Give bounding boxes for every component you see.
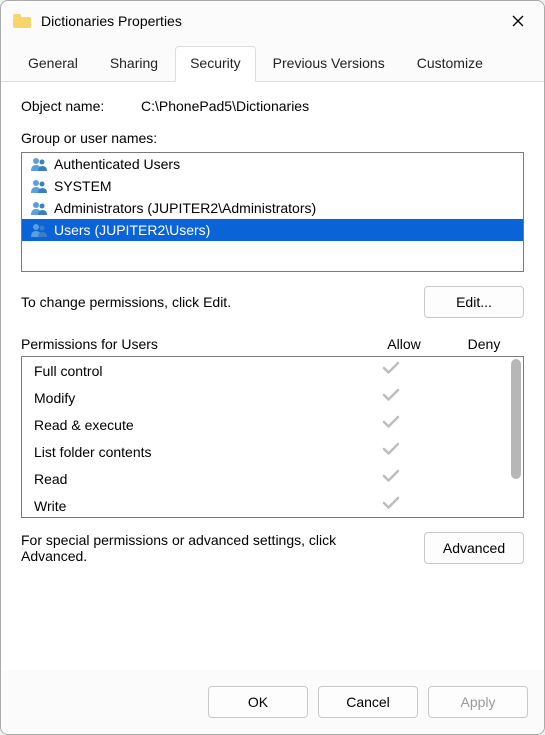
- group-item-label: SYSTEM: [54, 178, 112, 194]
- close-button[interactable]: [504, 7, 532, 35]
- group-item[interactable]: Users (JUPITER2\Users): [22, 219, 523, 241]
- object-name-row: Object name: C:\PhonePad5\Dictionaries: [21, 98, 524, 114]
- users-icon: [30, 179, 48, 193]
- users-icon: [30, 157, 48, 171]
- object-name-label: Object name:: [21, 98, 141, 114]
- group-item-label: Users (JUPITER2\Users): [54, 222, 210, 238]
- edit-row: To change permissions, click Edit. Edit.…: [21, 286, 524, 318]
- permission-name: Write: [34, 498, 351, 514]
- group-item[interactable]: Administrators (JUPITER2\Administrators): [22, 197, 523, 219]
- tab-customize[interactable]: Customize: [402, 46, 498, 82]
- groups-label: Group or user names:: [21, 130, 524, 146]
- permission-allow: [351, 469, 431, 488]
- properties-window: Dictionaries Properties GeneralSharingSe…: [0, 0, 545, 735]
- tab-general[interactable]: General: [13, 46, 93, 82]
- group-item-label: Authenticated Users: [54, 156, 180, 172]
- users-icon: [30, 201, 48, 215]
- close-icon: [511, 14, 525, 28]
- security-panel: Object name: C:\PhonePad5\Dictionaries G…: [1, 82, 544, 670]
- permission-allow: [351, 415, 431, 434]
- apply-button[interactable]: Apply: [428, 686, 528, 718]
- permission-name: Modify: [34, 390, 351, 406]
- folder-icon: [13, 14, 31, 28]
- edit-hint-text: To change permissions, click Edit.: [21, 294, 404, 310]
- advanced-hint-text: For special permissions or advanced sett…: [21, 532, 341, 564]
- window-title: Dictionaries Properties: [41, 13, 504, 29]
- object-name-value: C:\PhonePad5\Dictionaries: [141, 98, 524, 114]
- advanced-row: For special permissions or advanced sett…: [21, 532, 524, 564]
- permissions-list[interactable]: Full control Modify Read & execute List …: [21, 356, 524, 518]
- permission-row: Read: [22, 465, 523, 492]
- permission-name: List folder contents: [34, 444, 351, 460]
- permission-name: Full control: [34, 363, 351, 379]
- group-item[interactable]: Authenticated Users: [22, 153, 523, 175]
- group-user-list[interactable]: Authenticated Users SYSTEM Administrator…: [21, 152, 524, 272]
- titlebar: Dictionaries Properties: [1, 1, 544, 41]
- deny-column-header: Deny: [444, 336, 524, 352]
- edit-button[interactable]: Edit...: [424, 286, 524, 318]
- tab-security[interactable]: Security: [175, 46, 256, 82]
- permission-allow: [351, 388, 431, 407]
- permission-row: Full control: [22, 357, 523, 384]
- permission-allow: [351, 496, 431, 515]
- tab-previous-versions[interactable]: Previous Versions: [258, 46, 400, 82]
- allow-column-header: Allow: [364, 336, 444, 352]
- advanced-button[interactable]: Advanced: [424, 532, 524, 564]
- permission-name: Read & execute: [34, 417, 351, 433]
- tab-strip: GeneralSharingSecurityPrevious VersionsC…: [1, 41, 544, 82]
- users-icon: [30, 223, 48, 237]
- permission-row: Write: [22, 492, 523, 518]
- scrollbar-thumb[interactable]: [511, 359, 521, 479]
- group-item-label: Administrators (JUPITER2\Administrators): [54, 200, 316, 216]
- permission-allow: [351, 361, 431, 380]
- permission-row: List folder contents: [22, 438, 523, 465]
- ok-button[interactable]: OK: [208, 686, 308, 718]
- permission-allow: [351, 442, 431, 461]
- permissions-label: Permissions for Users: [21, 336, 364, 352]
- permissions-header: Permissions for Users Allow Deny: [21, 336, 524, 352]
- tab-sharing[interactable]: Sharing: [95, 46, 173, 82]
- cancel-button[interactable]: Cancel: [318, 686, 418, 718]
- permission-row: Read & execute: [22, 411, 523, 438]
- group-item[interactable]: SYSTEM: [22, 175, 523, 197]
- dialog-footer: OK Cancel Apply: [1, 670, 544, 734]
- permission-name: Read: [34, 471, 351, 487]
- permission-row: Modify: [22, 384, 523, 411]
